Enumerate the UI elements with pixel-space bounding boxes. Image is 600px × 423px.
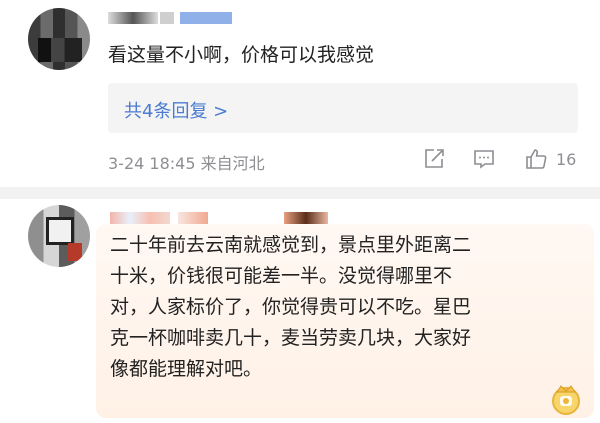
comment-icon[interactable] bbox=[472, 147, 496, 171]
user-avatar[interactable] bbox=[28, 8, 90, 70]
comment-line: 十米，价钱很可能差一半。没觉得哪里不 bbox=[110, 265, 453, 287]
comment-line: 像都能理解对吧。 bbox=[110, 358, 263, 380]
comment-line: 克一杯咖啡卖几十，麦当劳卖几块，大家好 bbox=[110, 327, 472, 349]
share-icon[interactable] bbox=[422, 147, 446, 171]
user-badge-redacted bbox=[284, 212, 328, 224]
comment-line: 对，人家标价了，你觉得贵可以不吃。星巴 bbox=[110, 296, 472, 318]
username-redacted[interactable] bbox=[108, 12, 158, 24]
comment-text: 看这量不小啊，价格可以我感觉 bbox=[108, 44, 375, 66]
user-badge-redacted bbox=[180, 12, 232, 24]
user-avatar[interactable] bbox=[28, 205, 90, 267]
like-count: 16 bbox=[556, 150, 577, 169]
comment-line: 二十年前去云南就感觉到，景点里外距离二 bbox=[110, 234, 472, 256]
crown-badge-icon bbox=[552, 385, 580, 415]
comment-text: 二十年前去云南就感觉到，景点里外距离二 十米，价钱很可能差一半。没觉得哪里不 对… bbox=[110, 230, 590, 385]
username-redacted bbox=[160, 12, 174, 24]
comment-meta: 3-24 18:45 来自河北 bbox=[108, 154, 265, 173]
like-icon[interactable] bbox=[524, 147, 548, 171]
username-redacted bbox=[178, 212, 208, 224]
username-redacted[interactable] bbox=[110, 212, 170, 224]
section-divider bbox=[0, 187, 600, 199]
view-replies-link[interactable]: 共4条回复 > bbox=[124, 97, 228, 123]
